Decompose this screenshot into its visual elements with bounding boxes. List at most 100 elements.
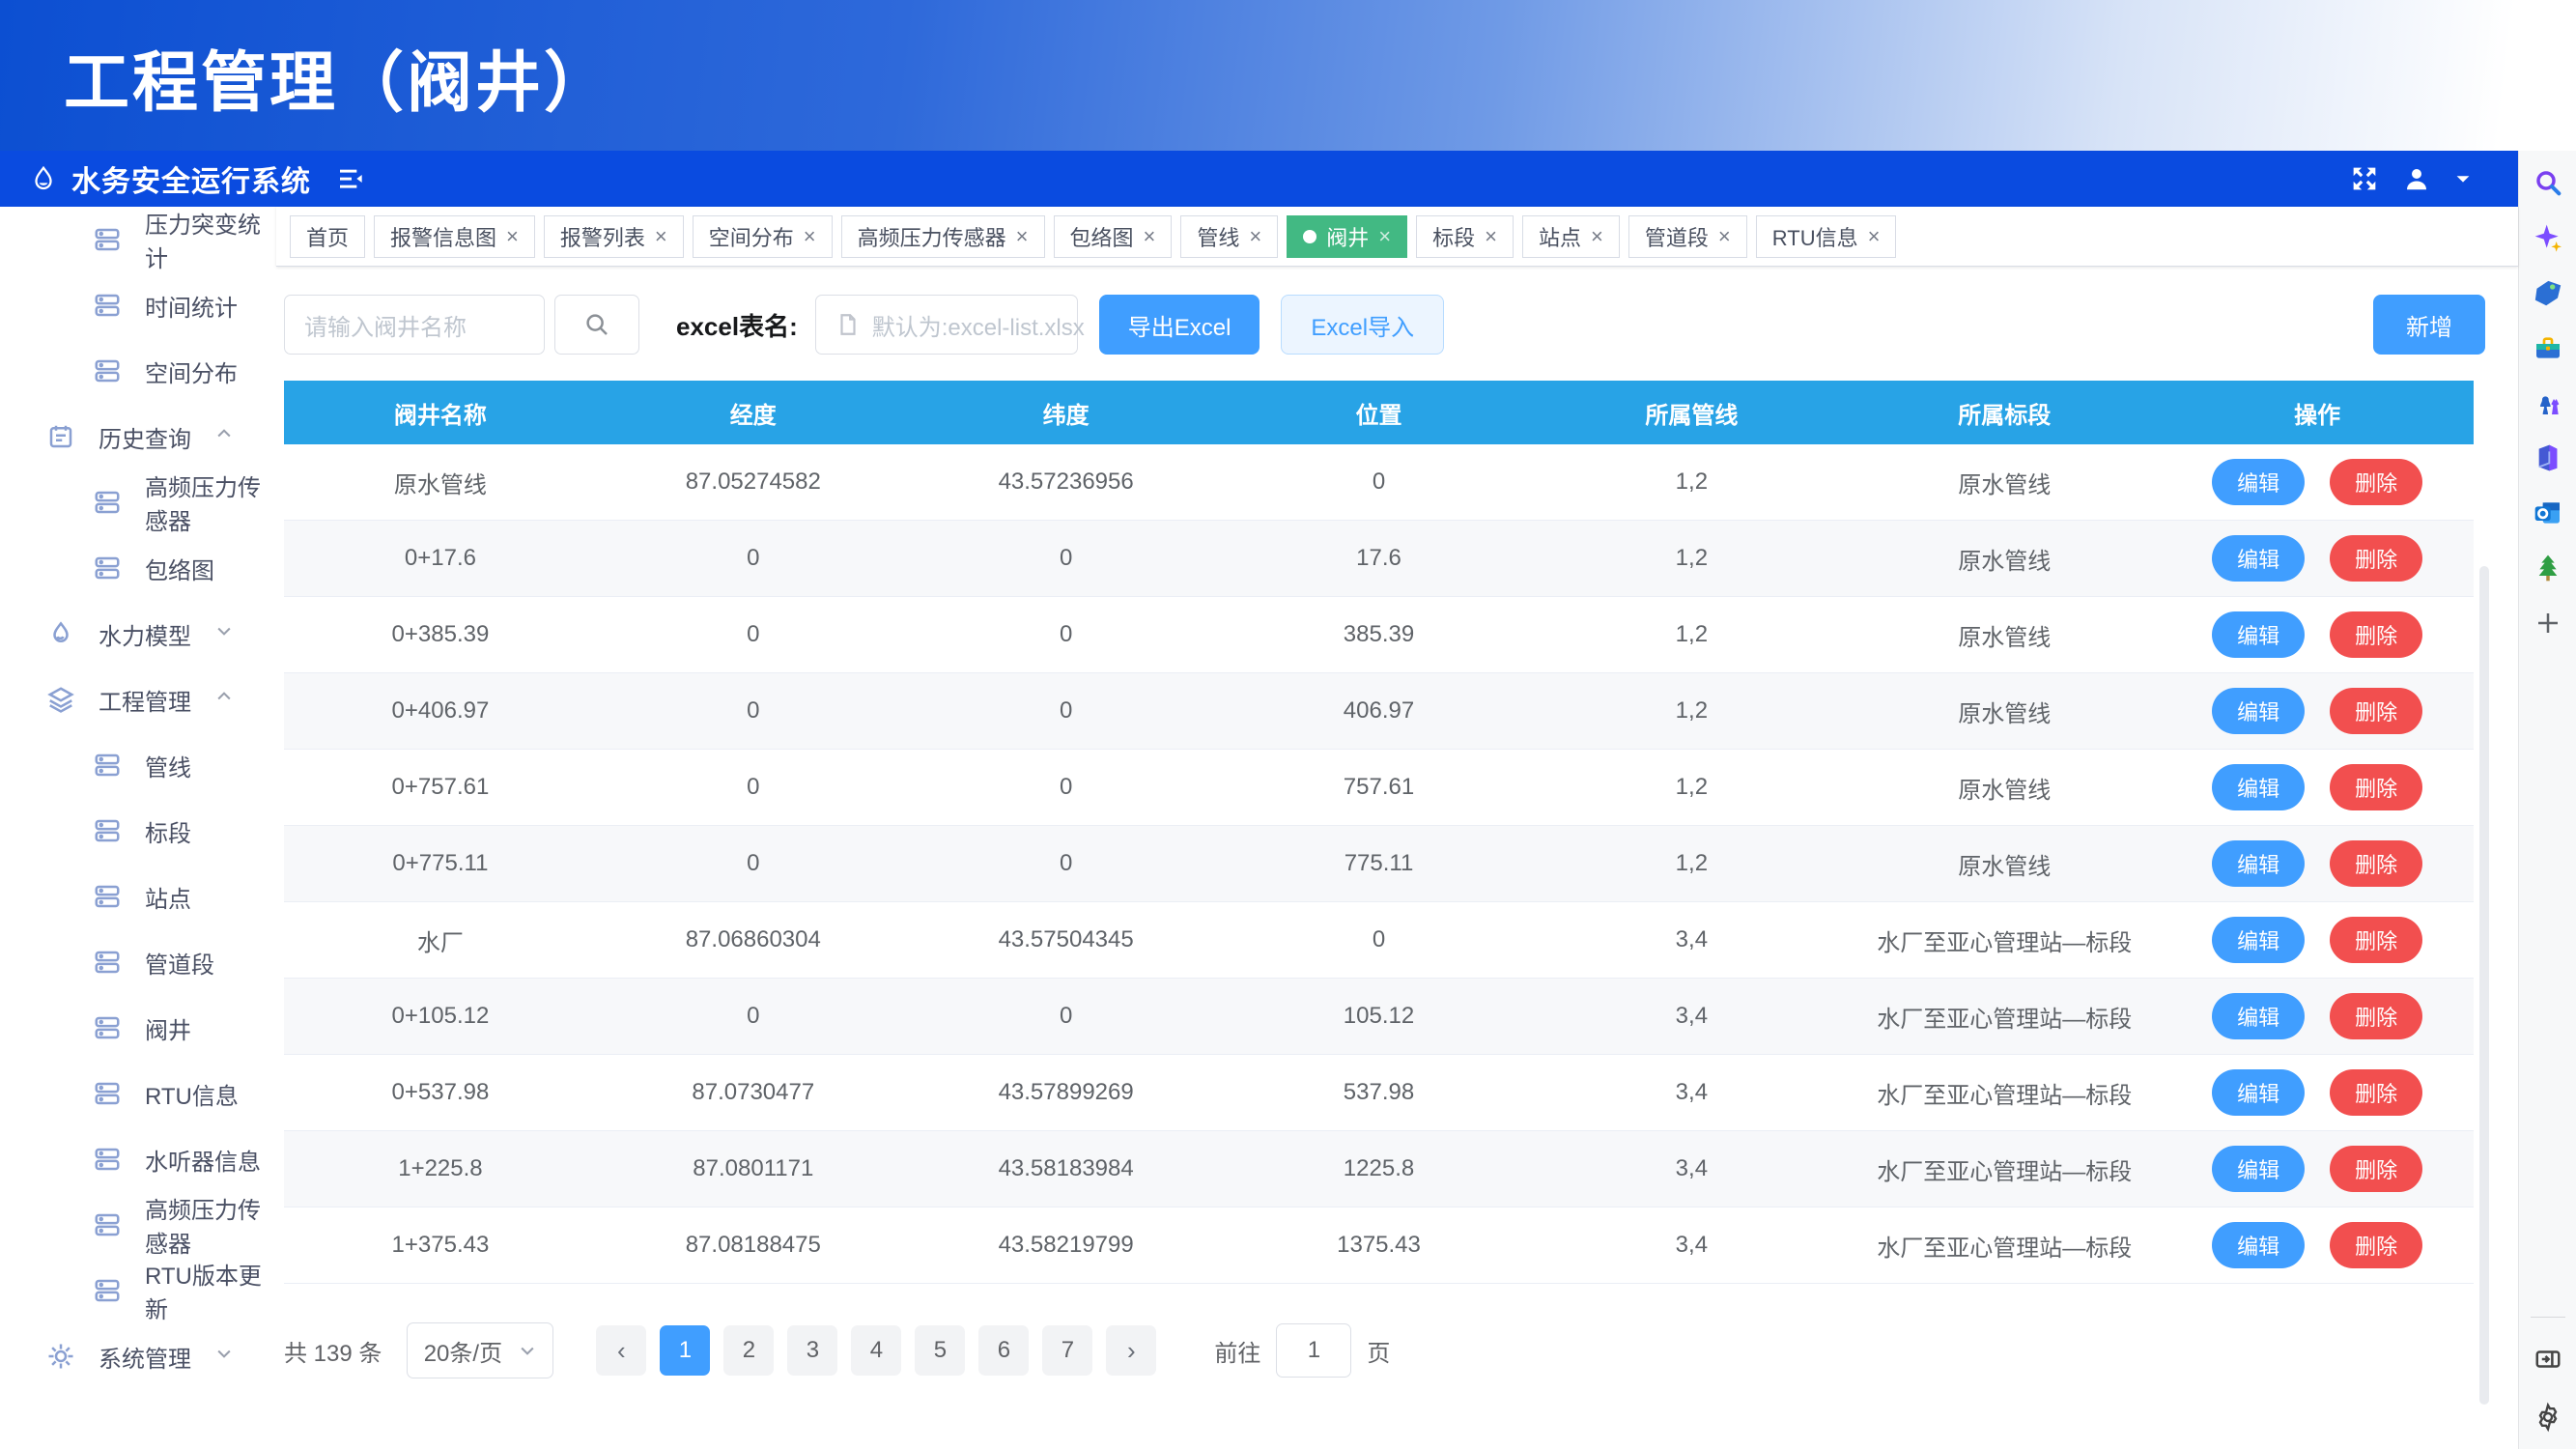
delete-button[interactable]: 删除: [2330, 993, 2422, 1039]
page-size-select[interactable]: 20条/页: [407, 1322, 553, 1378]
edit-button[interactable]: 编辑: [2212, 459, 2305, 505]
search-input[interactable]: 请输入阀井名称: [284, 295, 545, 355]
delete-button[interactable]: 删除: [2330, 1146, 2422, 1192]
tab-包络图[interactable]: 包络图×: [1054, 215, 1173, 258]
delete-button[interactable]: 删除: [2330, 917, 2422, 963]
sidebar-item-valve-well[interactable]: 阀井: [0, 995, 276, 1061]
tab-close-icon[interactable]: ×: [1249, 226, 1261, 247]
shopping-tag-icon[interactable]: [2532, 276, 2564, 309]
settings-icon[interactable]: [2532, 1401, 2564, 1434]
tab-RTU信息[interactable]: RTU信息×: [1756, 215, 1897, 258]
excel-name-input[interactable]: 默认为:excel-list.xlsx: [815, 295, 1078, 355]
edit-button[interactable]: 编辑: [2212, 1222, 2305, 1268]
page-button-2[interactable]: 2: [723, 1325, 774, 1376]
sidebar-item-spatial-distribution[interactable]: 空间分布: [0, 338, 276, 404]
add-icon[interactable]: [2532, 607, 2564, 639]
tab-close-icon[interactable]: ×: [1591, 226, 1603, 247]
page-button-1[interactable]: 1: [660, 1325, 710, 1376]
search-button[interactable]: [554, 295, 639, 355]
copilot-icon[interactable]: [2532, 221, 2564, 254]
table-cell: 87.05274582: [597, 444, 910, 520]
delete-button[interactable]: 删除: [2330, 1069, 2422, 1116]
search-icon: [582, 310, 611, 339]
page-button-6[interactable]: 6: [978, 1325, 1029, 1376]
tab-close-icon[interactable]: ×: [804, 226, 816, 247]
sidebar-item-rtu-info[interactable]: RTU信息: [0, 1061, 276, 1126]
edit-button[interactable]: 编辑: [2212, 1069, 2305, 1116]
goto-page-input[interactable]: [1276, 1323, 1351, 1378]
next-page-button[interactable]: ›: [1106, 1325, 1156, 1376]
edit-button[interactable]: 编辑: [2212, 611, 2305, 658]
search-icon[interactable]: [2532, 166, 2564, 199]
sidebar-item-hf-pressure-sensor[interactable]: 高频压力传感器: [0, 469, 276, 535]
sidebar-item-engineering-mgmt[interactable]: 工程管理: [0, 667, 276, 732]
sidebar-item-pressure-mutation-stats[interactable]: 压力突变统计: [0, 207, 276, 272]
toolbox-icon[interactable]: [2532, 331, 2564, 364]
tab-站点[interactable]: 站点×: [1522, 215, 1620, 258]
microsoft-365-icon[interactable]: [2532, 441, 2564, 474]
tab-报警信息图[interactable]: 报警信息图×: [374, 215, 535, 258]
delete-button[interactable]: 删除: [2330, 611, 2422, 658]
fullscreen-button[interactable]: [2348, 162, 2381, 195]
export-excel-button[interactable]: 导出Excel: [1099, 295, 1260, 355]
page-button-4[interactable]: 4: [851, 1325, 901, 1376]
delete-button[interactable]: 删除: [2330, 459, 2422, 505]
outlook-icon[interactable]: [2532, 497, 2564, 529]
sidebar-item-history-query[interactable]: 历史查询: [0, 404, 276, 469]
tab-高频压力传感器[interactable]: 高频压力传感器×: [841, 215, 1045, 258]
delete-button[interactable]: 删除: [2330, 764, 2422, 810]
delete-button[interactable]: 删除: [2330, 535, 2422, 582]
sidebar-item-envelope-diagram[interactable]: 包络图: [0, 535, 276, 601]
sidebar-item-time-stats[interactable]: 时间统计: [0, 272, 276, 338]
tab-close-icon[interactable]: ×: [506, 226, 519, 247]
tab-管线[interactable]: 管线×: [1180, 215, 1278, 258]
import-excel-button[interactable]: Excel导入: [1281, 295, 1444, 355]
tab-close-icon[interactable]: ×: [1485, 226, 1497, 247]
tab-close-icon[interactable]: ×: [655, 226, 667, 247]
edit-button[interactable]: 编辑: [2212, 917, 2305, 963]
edit-button[interactable]: 编辑: [2212, 535, 2305, 582]
sidebar-fold-button[interactable]: [336, 163, 367, 194]
edit-button[interactable]: 编辑: [2212, 1146, 2305, 1192]
sidebar-item-hf-pressure-sensor-2[interactable]: 高频压力传感器: [0, 1192, 276, 1258]
tree-icon[interactable]: [2532, 552, 2564, 584]
sidebar-item-pipe-segment[interactable]: 管道段: [0, 929, 276, 995]
tab-报警列表[interactable]: 报警列表×: [544, 215, 684, 258]
page-button-3[interactable]: 3: [787, 1325, 837, 1376]
edit-button[interactable]: 编辑: [2212, 688, 2305, 734]
sidebar-item-rtu-version-update[interactable]: RTU版本更新: [0, 1258, 276, 1323]
tab-close-icon[interactable]: ×: [1016, 226, 1029, 247]
user-menu-caret-icon[interactable]: [2452, 168, 2474, 189]
delete-button[interactable]: 删除: [2330, 1222, 2422, 1268]
edit-button[interactable]: 编辑: [2212, 764, 2305, 810]
sidebar-item-bid-section[interactable]: 标段: [0, 798, 276, 864]
sidebar-item-hydraulic-model[interactable]: 水力模型: [0, 601, 276, 667]
prev-page-button[interactable]: ‹: [596, 1325, 646, 1376]
sidebar-item-system-mgmt[interactable]: 系统管理: [0, 1323, 276, 1389]
collapse-panel-icon[interactable]: [2532, 1343, 2564, 1376]
tab-阀井[interactable]: 阀井×: [1287, 215, 1407, 258]
sidebar-item-station[interactable]: 站点: [0, 864, 276, 929]
delete-button[interactable]: 删除: [2330, 840, 2422, 887]
sidebar-item-hydrophone-info[interactable]: 水听器信息: [0, 1126, 276, 1192]
page-button-5[interactable]: 5: [915, 1325, 965, 1376]
tab-close-icon[interactable]: ×: [1718, 226, 1731, 247]
tab-close-icon[interactable]: ×: [1144, 226, 1156, 247]
tab-close-icon[interactable]: ×: [1378, 226, 1391, 247]
tab-首页[interactable]: 首页: [290, 215, 365, 258]
tab-close-icon[interactable]: ×: [1868, 226, 1881, 247]
edit-button[interactable]: 编辑: [2212, 993, 2305, 1039]
sidebar-item-label: 压力突变统计: [145, 207, 276, 273]
delete-button[interactable]: 删除: [2330, 688, 2422, 734]
page-button-7[interactable]: 7: [1042, 1325, 1092, 1376]
edit-button[interactable]: 编辑: [2212, 840, 2305, 887]
add-button[interactable]: 新增: [2373, 295, 2485, 355]
tab-空间分布[interactable]: 空间分布×: [693, 215, 833, 258]
table-scrollbar[interactable]: [2479, 566, 2489, 1405]
tab-标段[interactable]: 标段×: [1416, 215, 1514, 258]
sidebar-item-pipeline[interactable]: 管线: [0, 732, 276, 798]
games-icon[interactable]: [2532, 386, 2564, 419]
grid-icon: [93, 488, 122, 517]
tab-管道段[interactable]: 管道段×: [1628, 215, 1747, 258]
user-avatar-icon[interactable]: [2402, 164, 2431, 193]
